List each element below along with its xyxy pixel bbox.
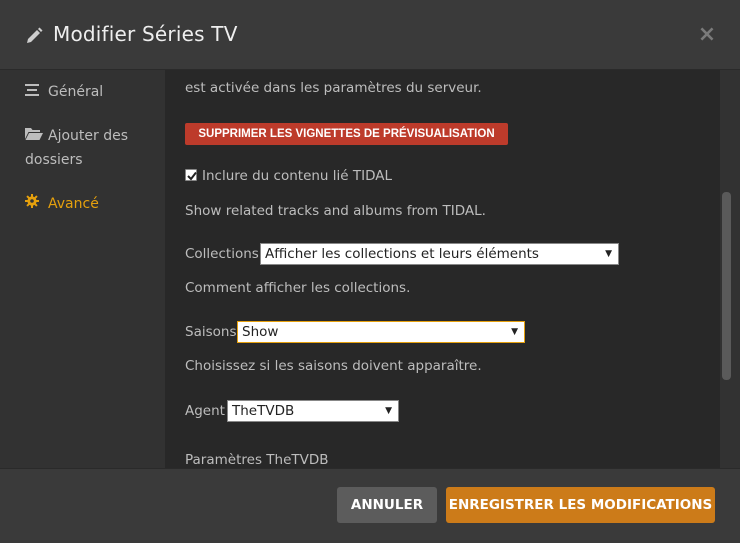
collections-select[interactable]: Afficher les collections et leurs élémen… xyxy=(260,243,619,265)
gear-icon xyxy=(25,192,43,216)
sidebar-item-label: Ajouter des xyxy=(48,128,129,144)
sidebar-item-add-folders-line2[interactable]: dossiers xyxy=(25,148,83,172)
save-changes-button[interactable]: ENREGISTRER LES MODIFICATIONS xyxy=(446,487,715,523)
collections-help-text: Comment afficher les collections. xyxy=(185,280,411,296)
dropdown-arrow-icon: ▼ xyxy=(511,327,518,337)
folder-icon xyxy=(25,124,43,148)
sidebar-item-advanced[interactable]: Avancé xyxy=(25,192,99,216)
seasons-select-value: Show xyxy=(242,324,279,340)
seasons-help-text: Choisissez si les saisons doivent appara… xyxy=(185,358,482,374)
list-icon xyxy=(25,80,43,104)
agent-select[interactable]: TheTVDB ▼ xyxy=(227,400,399,422)
agent-settings-heading: Paramètres TheTVDB xyxy=(185,452,329,468)
sidebar-item-label: Avancé xyxy=(48,196,99,212)
collections-select-value: Afficher les collections et leurs élémen… xyxy=(265,246,539,262)
edit-dialog: Modifier Séries TV × Général Ajouter des xyxy=(0,0,740,543)
sidebar-item-general[interactable]: Général xyxy=(25,80,103,104)
collections-label: Collections xyxy=(185,246,259,262)
sidebar-item-add-folders[interactable]: Ajouter des xyxy=(25,124,128,148)
seasons-label: Saisons xyxy=(185,324,237,340)
settings-content: est activée dans les paramètres du serve… xyxy=(165,70,720,468)
agent-label: Agent xyxy=(185,403,225,419)
sidebar-item-label: dossiers xyxy=(25,152,83,168)
dropdown-arrow-icon: ▼ xyxy=(605,249,612,259)
close-icon[interactable]: × xyxy=(697,24,717,46)
dialog-header: Modifier Séries TV × xyxy=(0,0,740,70)
settings-sidebar: Général Ajouter des dossiers Avancé xyxy=(0,70,165,468)
sidebar-item-label: Général xyxy=(48,84,104,100)
tidal-checkbox[interactable] xyxy=(185,169,197,181)
agent-select-value: TheTVDB xyxy=(232,403,295,419)
delete-thumbnails-button[interactable]: SUPPRIMER LES VIGNETTES DE PRÉVISUALISAT… xyxy=(185,123,508,145)
pencil-icon xyxy=(24,26,44,46)
tidal-checkbox-label[interactable]: Inclure du contenu lié TIDAL xyxy=(202,168,392,184)
scrollbar-thumb[interactable] xyxy=(722,192,731,380)
cancel-button[interactable]: ANNULER xyxy=(337,487,437,523)
dropdown-arrow-icon: ▼ xyxy=(385,406,392,416)
seasons-select[interactable]: Show ▼ xyxy=(237,321,525,343)
check-icon xyxy=(187,171,197,181)
partial-description: est activée dans les paramètres du serve… xyxy=(185,80,482,96)
tidal-help-text: Show related tracks and albums from TIDA… xyxy=(185,203,486,219)
dialog-title: Modifier Séries TV xyxy=(53,22,238,46)
dialog-footer: ANNULER ENREGISTRER LES MODIFICATIONS xyxy=(0,468,740,543)
